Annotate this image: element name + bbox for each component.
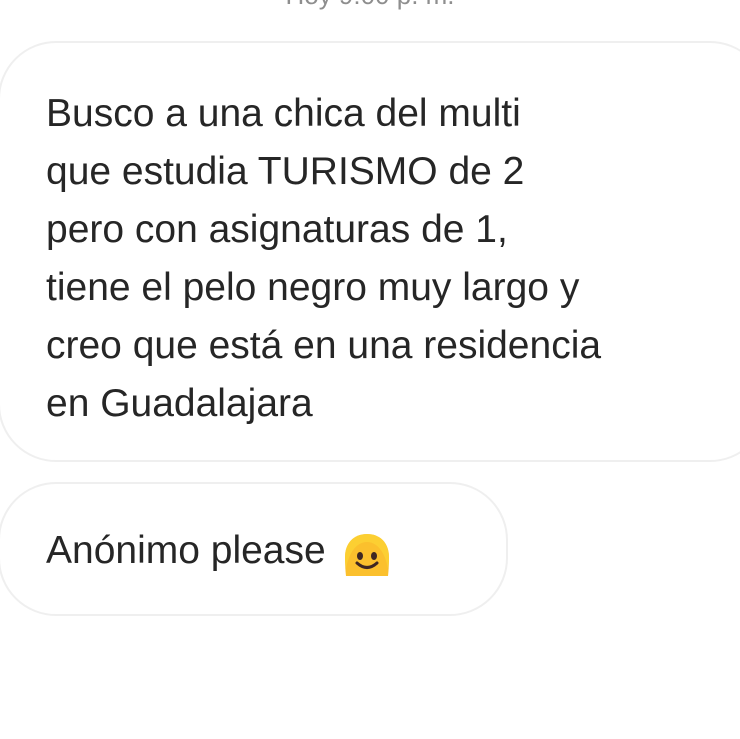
message-text: Anónimo please [46, 522, 392, 580]
message-line: creo que está en una residencia [46, 324, 602, 367]
message-line: Busco a una chica del multi [46, 92, 521, 135]
message-line: que estudia TURISMO de 2 [46, 150, 525, 193]
slightly-smiling-face-icon [342, 532, 392, 578]
message-line: tiene el pelo negro muy largo y [46, 266, 580, 309]
message-line: Anónimo please [46, 529, 326, 572]
message-timestamp: Hoy 9:00 p. m. [0, 0, 740, 10]
message-line: en Guadalajara [46, 382, 313, 425]
message-text: Busco a una chica del multi que estudia … [46, 85, 736, 433]
message-line: pero con asignaturas de 1, [46, 208, 508, 251]
